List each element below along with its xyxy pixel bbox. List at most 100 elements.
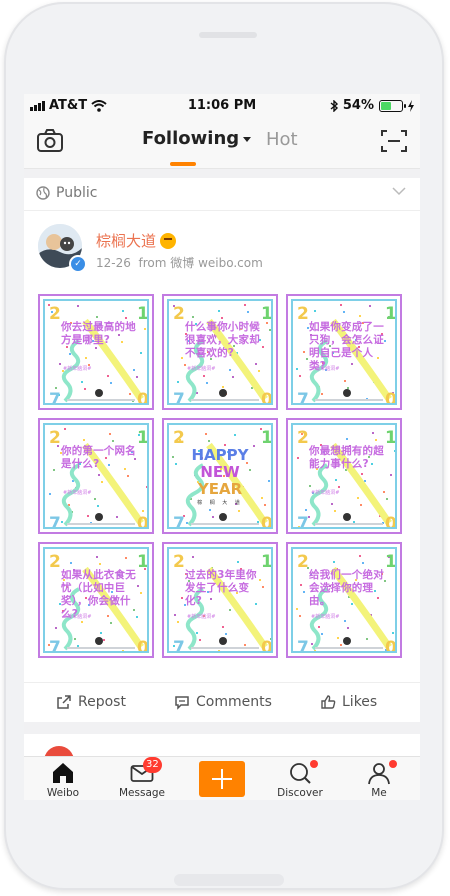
home-icon xyxy=(53,763,73,783)
scan-icon[interactable] xyxy=(380,128,408,154)
post-card: Public ✓ 棕榈大道 12-26 from 微博 weibo.com 2 1… xyxy=(24,178,420,722)
tile-frame: 2 1 7 0 过去的3年里你发生了什么变化? #新年脑洞# xyxy=(167,547,273,653)
post-image-tile[interactable]: 2 1 7 0 你最想拥有的超能力事什么? #新年脑洞# xyxy=(286,418,402,534)
tile-footer xyxy=(191,523,259,525)
tile-hashtag: #新年脑洞# xyxy=(187,614,216,620)
svg-text:0: 0 xyxy=(261,638,273,653)
tab-weibo[interactable]: Weibo xyxy=(33,757,93,800)
tile-logo-icon xyxy=(219,637,227,645)
next-post-card xyxy=(24,734,420,776)
tile-frame: 2 1 7 0 如果从此衣食无忧（比如中巨奖），你会做什么? #新年脑洞# xyxy=(43,547,149,653)
top-nav: Following Hot xyxy=(24,118,420,169)
happy-new-year-text: HAPPY NEW YEAR xyxy=(169,447,271,498)
tile-footer xyxy=(67,399,135,401)
tile-hashtag: #新年脑洞# xyxy=(63,490,92,496)
bottom-tab-bar: Weibo 32 Message Discover Me xyxy=(24,756,420,800)
tab-me[interactable]: Me xyxy=(349,757,409,800)
svg-text:7: 7 xyxy=(49,390,61,405)
tab-message-label: Message xyxy=(118,787,166,799)
compose-button[interactable] xyxy=(199,761,245,797)
comments-label: Comments xyxy=(196,694,272,710)
svg-text:0: 0 xyxy=(385,390,397,405)
tile-logo-icon xyxy=(343,513,351,521)
likes-label: Likes xyxy=(342,694,378,710)
author-name: 棕榈大道 xyxy=(96,232,157,250)
post-image-tile[interactable]: 2 1 7 0 如果你变成了一只狗，会怎么证明自己是个人类? #新年脑洞# xyxy=(286,294,402,410)
svg-text:2: 2 xyxy=(173,428,185,448)
svg-text:7: 7 xyxy=(297,638,309,653)
search-icon xyxy=(290,763,311,784)
action-bar: Repost Comments Likes xyxy=(24,682,420,723)
tile-question: 你去过最高的地方是哪里? xyxy=(61,321,136,346)
charging-icon xyxy=(408,99,414,112)
svg-text:7: 7 xyxy=(297,390,309,405)
tile-hashtag: #新年脑洞# xyxy=(311,490,340,496)
battery-icon xyxy=(379,99,406,112)
comments-button[interactable]: Comments xyxy=(174,694,272,710)
post-image-tile[interactable]: 2 1 7 0 如果从此衣食无忧（比如中巨奖），你会做什么? #新年脑洞# xyxy=(38,542,154,658)
happy-line: NEW xyxy=(200,463,240,481)
tile-hashtag: #新年脑洞# xyxy=(63,366,92,372)
tile-hashtag: #新年脑洞# xyxy=(187,366,216,372)
tile-frame: 2 1 7 0 你最想拥有的超能力事什么? #新年脑洞# xyxy=(291,423,397,529)
tab-hot[interactable]: Hot xyxy=(266,129,298,150)
globe-icon xyxy=(36,186,50,200)
tile-frame: 2 1 7 0 如果你变成了一只狗，会怎么证明自己是个人类? #新年脑洞# xyxy=(291,299,397,405)
tile-logo-icon xyxy=(95,389,103,397)
tile-logo-icon xyxy=(95,637,103,645)
tile-footer xyxy=(315,647,383,649)
tab-discover-label: Discover xyxy=(277,787,323,799)
repost-label: Repost xyxy=(78,694,126,710)
phone-bottom xyxy=(174,874,284,886)
person-icon xyxy=(368,763,390,785)
comment-icon xyxy=(175,696,189,710)
chevron-down-icon xyxy=(243,137,252,142)
svg-text:7: 7 xyxy=(173,514,185,529)
post-image-tile[interactable]: 2 1 7 0 给我们一个绝对会选择你的理由。 #新年脑洞# xyxy=(286,542,402,658)
svg-text:2: 2 xyxy=(173,304,185,324)
happy-line: YEAR xyxy=(197,480,243,498)
tile-frame: 2 1 7 0 你的第一个网名是什么? #新年脑洞# xyxy=(43,423,149,529)
thumbs-up-icon xyxy=(321,695,336,709)
battery-percent: 54% xyxy=(342,98,374,113)
message-badge: 32 xyxy=(143,757,162,773)
svg-text:0: 0 xyxy=(385,514,397,529)
image-grid: 2 1 7 0 你去过最高的地方是哪里? #新年脑洞# 2 1 7 0 什么事你小时候很喜欢，大家却… xyxy=(38,294,410,676)
tile-footer xyxy=(315,523,383,525)
tile-hashtag: #新年脑洞# xyxy=(311,614,340,620)
chevron-down-icon[interactable] xyxy=(392,186,406,196)
visibility-row[interactable]: Public xyxy=(24,178,420,211)
battery-group: 54% xyxy=(330,98,414,113)
post-image-tile[interactable]: 2 1 7 0 你去过最高的地方是哪里? #新年脑洞# xyxy=(38,294,154,410)
tile-question: 你的第一个网名是什么? xyxy=(61,445,136,470)
svg-text:0: 0 xyxy=(261,514,273,529)
tab-discover[interactable]: Discover xyxy=(270,757,330,800)
repost-icon xyxy=(57,695,71,709)
tile-frame: 2 1 7 0 给我们一个绝对会选择你的理由。 #新年脑洞# xyxy=(291,547,397,653)
post-image-tile[interactable]: 2 1 7 0 什么事你小时候很喜欢，大家却不喜欢的? #新年脑洞# xyxy=(162,294,278,410)
tile-footer xyxy=(191,399,259,401)
tile-logo-icon xyxy=(343,389,351,397)
svg-text:1: 1 xyxy=(261,428,273,448)
repost-button[interactable]: Repost xyxy=(56,694,126,710)
svg-text:2: 2 xyxy=(297,428,309,448)
tab-message[interactable]: 32 Message xyxy=(112,757,172,800)
svg-text:7: 7 xyxy=(173,638,185,653)
svg-text:2: 2 xyxy=(297,552,309,572)
phone-speaker xyxy=(199,32,257,38)
post-image-tile[interactable]: 2 1 7 0 过去的3年里你发生了什么变化? #新年脑洞# xyxy=(162,542,278,658)
camera-icon[interactable] xyxy=(36,128,64,154)
svg-text:0: 0 xyxy=(137,638,149,653)
post-image-tile[interactable]: 2 1 7 0 HAPPY NEW YEAR 棕 榈 大 道 xyxy=(162,418,278,534)
emoji-icon xyxy=(160,232,177,249)
post-author[interactable]: 棕榈大道 xyxy=(96,230,177,251)
tile-frame: 2 1 7 0 你去过最高的地方是哪里? #新年脑洞# xyxy=(43,299,149,405)
post-date: 12-26 xyxy=(96,256,131,270)
svg-text:2: 2 xyxy=(49,304,61,324)
svg-text:0: 0 xyxy=(261,390,273,405)
tile-hashtag: #新年脑洞# xyxy=(311,366,340,372)
tab-following[interactable]: Following xyxy=(142,128,252,149)
tile-frame: 2 1 7 0 HAPPY NEW YEAR 棕 榈 大 道 xyxy=(167,423,273,529)
likes-button[interactable]: Likes xyxy=(320,694,377,710)
post-image-tile[interactable]: 2 1 7 0 你的第一个网名是什么? #新年脑洞# xyxy=(38,418,154,534)
